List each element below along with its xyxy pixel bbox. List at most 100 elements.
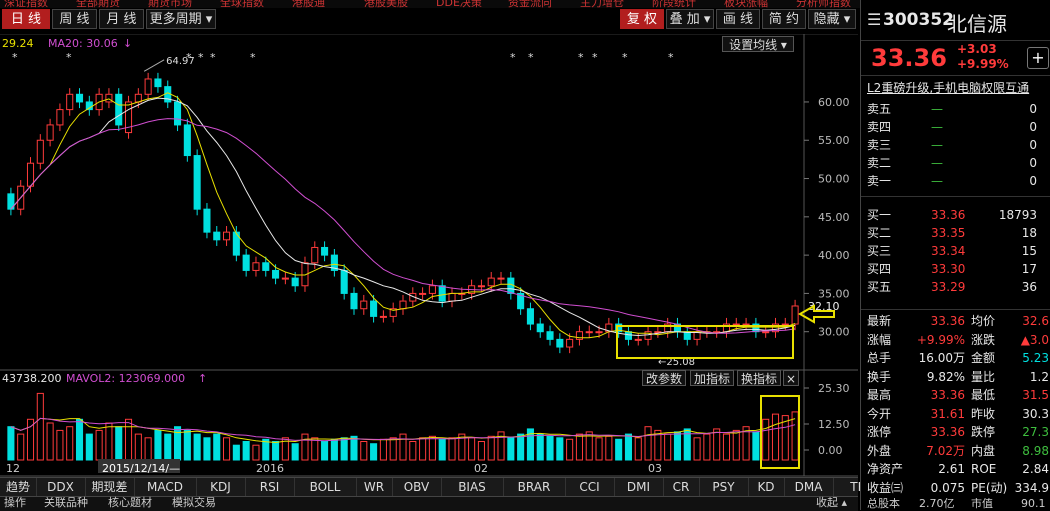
stat-value: 0.075 [930,480,965,495]
candle [781,323,789,326]
candlestick-series [7,72,799,354]
kline-chart[interactable]: 29.24 MA20: 30.06 ↓ * * * * * * * * * * * * 60.0055.0… [0,34,858,510]
stat-label: 外盘 [867,443,892,458]
ask-row[interactable]: 卖一 — 0 [861,172,1050,190]
indicator-tab[interactable]: KD [748,478,785,496]
indicator-tab[interactable]: CCI [565,478,615,496]
ask-row[interactable]: 卖四 — 0 [861,118,1050,136]
stat-value: 7.02万 [926,443,965,458]
stat-value: 334.9 [1014,480,1049,495]
level-volume: 0 [1029,156,1037,170]
stat-row: 最高 33.36 最低 31.5 [861,386,1050,404]
stat-label: 今开 [867,406,892,421]
candle [438,285,446,302]
stat-row: 今开 31.61 昨收 30.3 [861,405,1050,423]
volume-bar [673,431,682,461]
stat-row: 收益㈢ 0.075 PE(动) 334.9 [861,479,1050,497]
volume-bar [46,422,54,461]
bid-row[interactable]: 买三 33.34 15 [861,242,1050,260]
volume-bar [183,429,191,461]
indicator-tab[interactable]: OBV [392,478,442,496]
switch-indicator-button[interactable]: 换指标 [737,370,781,386]
bid-row[interactable]: 买五 33.29 36 [861,278,1050,296]
ma-legend: 29.24 MA20: 30.06 ↓ [2,37,132,50]
tab-weekly[interactable]: 周 线 [52,9,97,29]
bottom-tab[interactable]: 操作 [4,494,26,510]
ma-settings-dropdown[interactable]: 设置均线 ▾ [722,36,794,52]
ask-row[interactable]: 卖二 — 0 [861,154,1050,172]
add-indicator-button[interactable]: 加指标 [690,370,734,386]
stat-label: 涨停 [867,425,892,439]
ask-row[interactable]: 卖三 — 0 [861,136,1050,154]
volume-bar [634,437,642,461]
top-menu-item[interactable]: 港股通 [292,0,325,8]
top-menu-item[interactable]: 港股美股 [364,0,408,8]
vol-tick-label: 0.00 [818,444,843,457]
edit-params-button[interactable]: 改参数 [642,370,686,386]
candle [370,300,378,317]
top-menu-item[interactable]: 分析师指数 [796,0,851,8]
draw-line-button[interactable]: 画 线 [716,9,760,29]
indicator-tab[interactable]: CR [663,478,700,496]
add-watchlist-button[interactable]: + [1027,47,1049,69]
top-menu-item[interactable]: 板块涨幅 [724,0,768,8]
volume-bar [56,429,64,461]
l2-upgrade-banner[interactable]: L2重磅升级,手机电脑权限互通 [867,80,1047,96]
tab-monthly[interactable]: 月 线 [99,9,144,29]
stat-label: 昨收 [971,406,996,421]
volume-bar [438,438,446,461]
top-menu-item[interactable]: 资金流向 [508,0,552,8]
ma20-arrow-icon: ↓ [123,37,132,50]
date-tick-label: 12 [6,462,20,475]
candle [262,262,270,271]
close-indicator-button[interactable]: × [783,370,799,386]
top-menu-item[interactable]: 主力增仓 [580,0,624,8]
bid-row[interactable]: 买一 33.36 18793 [861,206,1050,224]
bid-row[interactable]: 买二 33.35 18 [861,224,1050,242]
top-menu-item[interactable]: 期货市场 [148,0,192,8]
candle [419,292,427,295]
bottom-tab[interactable]: 模拟交易 [172,494,216,510]
indicator-tab[interactable]: PSY [699,478,749,496]
volume-bar [703,433,711,461]
volume-bar [144,437,152,461]
overlay-dropdown[interactable]: 叠 加 ▾ [666,9,714,29]
high-pointer [143,59,165,72]
volume-bar [605,435,613,461]
volume-bar [722,433,731,461]
signal-star-icon: * [668,51,674,64]
restore-rights-button[interactable]: 复 权 [620,9,664,29]
top-menu-item[interactable]: DDE决策 [436,0,482,8]
more-period-dropdown[interactable]: 更多周期 ▾ [146,9,216,29]
stat-value: 8.98 [1022,443,1049,458]
volume-bar [399,433,407,461]
volume-bar [124,418,133,461]
level-volume: 17 [1021,262,1037,276]
signal-stars: * * * * * * * * * * * * [12,51,674,64]
indicator-tab[interactable]: RSI [245,478,295,496]
bid-row[interactable]: 买四 33.30 17 [861,260,1050,278]
stat-value: 33.36 [930,314,965,328]
candle [742,323,750,326]
tab-daily[interactable]: 日 线 [2,9,50,29]
indicator-tab[interactable]: DMI [614,478,664,496]
indicator-tab[interactable]: WR [356,478,393,496]
simple-mode-button[interactable]: 简 约 [762,9,806,29]
hide-dropdown[interactable]: 隐藏 ▾ [808,9,856,29]
menu-icon[interactable]: ☰ [867,10,881,29]
vol-tick-label: 12.50 [818,418,850,431]
indicator-tab[interactable]: BRAR [503,478,566,496]
indicator-tab[interactable]: BOLL [294,478,357,496]
bottom-tab[interactable]: 核心题材 [108,494,152,510]
top-menu-item[interactable]: 全球指数 [220,0,264,8]
bottom-tab[interactable]: 关联品种 [44,494,88,510]
top-menu-item[interactable]: 深证指数 [4,0,48,8]
top-menu-item[interactable]: 全部期货 [76,0,120,8]
ma-legend-item: MA20: 30.06 [48,37,118,50]
indicator-tab[interactable]: BIAS [441,478,504,496]
vol-arrow-icon: ↑ [198,372,207,385]
volume-bar [487,435,495,461]
top-menu-item[interactable]: 阶段统计 [652,0,696,8]
collapse-button[interactable]: 收起 ▴ [816,494,847,510]
ask-row[interactable]: 卖五 — 0 [861,100,1050,118]
